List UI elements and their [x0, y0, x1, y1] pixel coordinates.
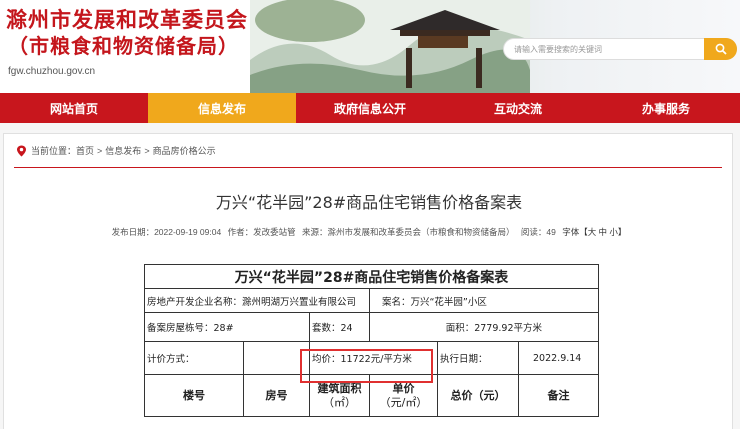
article-title: 万兴“花半园”28#商品住宅销售价格备案表: [215, 193, 523, 212]
price-table-wrap: 万兴“花半园”28#商品住宅销售价格备案表 房地产开发企业名称：滁州明湖万兴置业…: [144, 264, 599, 417]
col-header-area-label: 建筑面积: [317, 381, 362, 395]
nav-info-release[interactable]: 信息发布: [148, 93, 296, 123]
breadcrumb-home[interactable]: 首页: [76, 144, 94, 157]
col-header-area-unit: （㎡）: [323, 395, 356, 409]
main-nav: 网站首页 信息发布 政府信息公开 互动交流 办事服务: [0, 93, 740, 123]
publish-date: 发布日期：2022-09-19 09:04: [111, 227, 222, 237]
breadcrumb-divider: [14, 167, 722, 168]
source: 来源：滁州市发展和改革委员会（市粮食和物资储备局）: [301, 227, 515, 237]
average-price-cell: 均价：11722元/平方米: [309, 341, 438, 375]
nav-home[interactable]: 网站首页: [0, 93, 148, 123]
col-header-room: 房号: [243, 374, 310, 417]
search-box: [503, 38, 737, 60]
col-header-unit-price-unit: （元/㎡）: [379, 395, 428, 409]
building-number-cell: 备案房屋栋号：28#: [144, 312, 310, 342]
author: 作者：发改委站管: [227, 227, 296, 237]
breadcrumb-separator: >: [97, 145, 103, 156]
nav-interaction[interactable]: 互动交流: [444, 93, 592, 123]
site-subtitle: （市粮食和物资储备局）: [8, 34, 239, 58]
col-header-unit-price-label: 单价: [392, 381, 415, 395]
col-header-remarks: 备注: [518, 374, 599, 417]
breadcrumb-housing-price[interactable]: 商品房价格公示: [153, 144, 216, 157]
col-header-area: 建筑面积 （㎡）: [309, 374, 370, 417]
search-button[interactable]: [704, 38, 737, 60]
developer-cell: 房地产开发企业名称：滁州明湖万兴置业有限公司: [144, 288, 370, 313]
breadcrumb-info-release[interactable]: 信息发布: [105, 144, 141, 157]
content-area: 当前位置： 首页 > 信息发布 > 商品房价格公示 万兴“花半园”28#商品住宅…: [0, 123, 740, 429]
nav-services[interactable]: 办事服务: [592, 93, 740, 123]
col-header-unit-price: 单价 （元/㎡）: [369, 374, 438, 417]
pricing-method-cell: 计价方式：: [144, 341, 244, 375]
unit-count-cell: 套数：24: [309, 312, 370, 342]
header-banner: 滁州市发展和改革委员会 （市粮食和物资储备局） fgw.chuzhou.gov.…: [0, 0, 740, 93]
exec-date-value-cell: 2022.9.14: [518, 341, 599, 375]
site-url: fgw.chuzhou.gov.cn: [8, 66, 96, 77]
col-header-building: 楼号: [144, 374, 244, 417]
font-size-switcher[interactable]: 字体【大 中 小】: [562, 227, 626, 237]
col-header-total-price: 总价（元）: [437, 374, 519, 417]
view-count: 阅读：49: [520, 227, 556, 237]
exec-date-label-cell: 执行日期：: [437, 341, 519, 375]
breadcrumb-separator: >: [144, 145, 150, 156]
pricing-method-value: [243, 341, 310, 375]
nav-gov-info[interactable]: 政府信息公开: [296, 93, 444, 123]
article-meta: 发布日期：2022-09-19 09:04 作者：发改委站管 来源：滁州市发展和…: [4, 226, 734, 238]
location-pin-icon: [17, 145, 26, 156]
breadcrumb-prefix: 当前位置：: [31, 146, 77, 156]
site-title: 滁州市发展和改革委员会: [6, 8, 248, 32]
floor-area-cell: 面积：2779.92平方米: [369, 312, 599, 342]
article-panel: 当前位置： 首页 > 信息发布 > 商品房价格公示 万兴“花半园”28#商品住宅…: [3, 133, 733, 429]
price-table: 万兴“花半园”28#商品住宅销售价格备案表 房地产开发企业名称：滁州明湖万兴置业…: [144, 264, 599, 417]
table-caption: 万兴“花半园”28#商品住宅销售价格备案表: [144, 264, 599, 289]
pavilion-banner-image: [250, 0, 530, 93]
breadcrumb: 当前位置： 首页 > 信息发布 > 商品房价格公示: [16, 144, 216, 157]
search-icon: [715, 43, 727, 55]
project-name-cell: 案名：万兴“花半园”小区: [369, 288, 599, 313]
search-input[interactable]: [514, 42, 694, 56]
